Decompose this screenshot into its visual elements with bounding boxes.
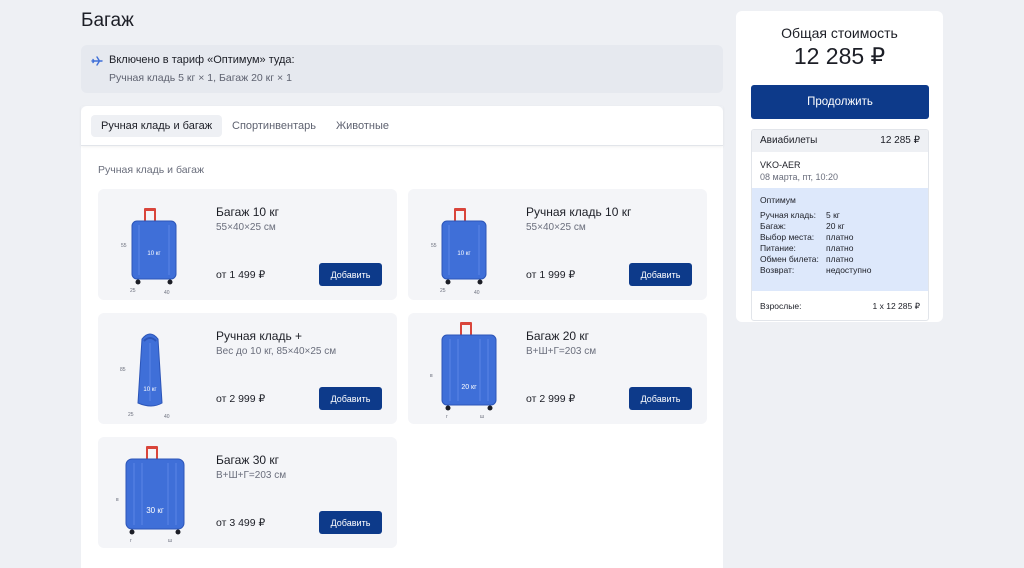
tab-bar: Ручная кладь и багаж Спортинвентарь Живо… xyxy=(81,106,723,146)
option-price: от 2 999 ₽ xyxy=(216,393,266,405)
weight-tag: 30 кг xyxy=(146,506,164,515)
tariff-row-value: платно xyxy=(826,243,854,253)
included-baggage-banner: Включено в тариф «Оптимум» туда: Ручная … xyxy=(81,45,723,93)
option-name: Багаж 10 кг xyxy=(216,205,280,219)
option-price: от 3 499 ₽ xyxy=(216,517,266,529)
baggage-option-card: 10 кг 55 25 40 Багаж 10 кг 55×40×25 см о… xyxy=(98,189,397,300)
tariff-row-value: 20 кг xyxy=(826,221,845,231)
passengers-label: Взрослые: xyxy=(760,301,802,311)
option-name: Багаж 30 кг xyxy=(216,453,280,467)
suitcase-10kg-icon: 10 кг 55 25 40 xyxy=(121,208,177,295)
baggage-option-card: 20 кг в г ш Багаж 20 кг В+Ш+Г=203 см от … xyxy=(408,313,707,424)
tariff-row-value: 5 кг xyxy=(826,210,840,220)
add-button[interactable]: Добавить xyxy=(319,511,382,534)
price-summary-panel: Общая стоимость 12 285 ₽ Продолжить Авиа… xyxy=(736,11,943,322)
continue-button[interactable]: Продолжить xyxy=(751,85,929,119)
page-title: Багаж xyxy=(81,10,134,31)
option-dimensions: 55×40×25 см xyxy=(216,222,276,233)
add-button[interactable]: Добавить xyxy=(629,387,692,410)
tariff-row: Ручная кладь: 5 кг xyxy=(760,210,840,220)
dim-label: 40 xyxy=(164,290,170,295)
baggage-panel: Ручная кладь и багаж Спортинвентарь Живо… xyxy=(81,106,723,568)
tariff-row-value: недоступно xyxy=(826,265,872,275)
tariff-row-value: платно xyxy=(826,254,854,264)
tariff-row-label: Питание: xyxy=(760,243,796,253)
tariff-row-value: платно xyxy=(826,232,854,242)
option-dimensions: В+Ш+Г=203 см xyxy=(526,346,597,357)
tickets-label: Авиабилеты xyxy=(760,135,818,146)
tab-sport-equipment[interactable]: Спортинвентарь xyxy=(222,115,326,137)
dim-label: 40 xyxy=(164,414,170,419)
dim-label: г xyxy=(130,538,132,543)
option-price: от 1 499 ₽ xyxy=(216,269,266,281)
tariff-row-label: Багаж: xyxy=(760,221,786,231)
option-name: Багаж 20 кг xyxy=(526,329,590,343)
passengers-value: 1 x 12 285 ₽ xyxy=(872,301,920,311)
dim-label: 85 xyxy=(120,367,126,373)
suitcase-30kg-icon: 30 кг в г ш xyxy=(116,446,185,543)
option-name: Ручная кладь + xyxy=(216,329,303,343)
tariff-row-label: Обмен билета: xyxy=(760,254,819,264)
option-price: от 1 999 ₽ xyxy=(526,269,576,281)
suitcase-20kg-icon: 20 кг в г ш xyxy=(430,322,497,419)
dim-label: 55 xyxy=(431,243,437,249)
included-details: Ручная кладь 5 кг × 1, Багаж 20 кг × 1 xyxy=(109,72,292,84)
dim-label: г xyxy=(446,414,448,419)
option-dimensions: В+Ш+Г=203 см xyxy=(216,470,287,481)
dim-label: 40 xyxy=(474,290,480,295)
dim-label: ш xyxy=(168,538,172,543)
weight-tag: 10 кг xyxy=(143,387,157,393)
option-dimensions: 55×40×25 см xyxy=(526,222,586,233)
weight-tag: 10 кг xyxy=(457,251,471,257)
tariff-row-label: Выбор места: xyxy=(760,232,815,242)
option-name: Ручная кладь 10 кг xyxy=(526,205,632,219)
tickets-value: 12 285 ₽ xyxy=(880,135,920,146)
tariff-row: Обмен билета: платно xyxy=(760,254,853,264)
dim-label: 25 xyxy=(130,288,136,294)
tariff-row-label: Ручная кладь: xyxy=(760,210,816,220)
total-value: 12 285 ₽ xyxy=(793,43,886,69)
dim-label: в xyxy=(116,497,119,503)
add-button[interactable]: Добавить xyxy=(319,387,382,410)
option-dimensions: Вес до 10 кг, 85×40×25 см xyxy=(216,346,337,357)
baggage-option-card: 10 кг 85 25 40 Ручная кладь + Вес до 10 … xyxy=(98,313,397,424)
weight-tag: 10 кг xyxy=(147,251,161,257)
dim-label: 25 xyxy=(128,412,134,418)
dim-label: 25 xyxy=(440,288,446,294)
suitcase-10kg-icon: 10 кг 55 25 40 xyxy=(431,208,487,295)
total-label: Общая стоимость xyxy=(781,25,898,41)
dim-label: 55 xyxy=(121,243,127,249)
tariff-row: Выбор места: платно xyxy=(760,232,853,242)
tariff-row: Питание: платно xyxy=(760,243,853,253)
flight-date: 08 марта, пт, 10:20 xyxy=(760,172,839,182)
tariff-row: Багаж: 20 кг xyxy=(760,221,845,231)
baggage-option-card: 30 кг в г ш Багаж 30 кг В+Ш+Г=203 см от … xyxy=(98,437,397,548)
option-price: от 2 999 ₽ xyxy=(526,393,576,405)
dim-label: ш xyxy=(480,414,484,419)
flight-route: VKO-AER xyxy=(760,160,801,170)
tariff-row: Возврат: недоступно xyxy=(760,265,871,275)
baggage-option-card: 10 кг 55 25 40 Ручная кладь 10 кг 55×40×… xyxy=(408,189,707,300)
tariff-row-label: Возврат: xyxy=(760,265,795,275)
section-label: Ручная кладь и багаж xyxy=(98,164,205,176)
tariff-details: Оптимум Ручная кладь: 5 кг Багаж: 20 кг Вы… xyxy=(752,188,928,291)
add-button[interactable]: Добавить xyxy=(629,263,692,286)
included-title: Включено в тариф «Оптимум» туда: xyxy=(109,54,295,66)
tab-hand-luggage[interactable]: Ручная кладь и багаж xyxy=(91,115,223,137)
add-button[interactable]: Добавить xyxy=(319,263,382,286)
weight-tag: 20 кг xyxy=(461,384,477,391)
bag-10kg-icon: 10 кг 85 25 40 xyxy=(120,333,170,419)
dim-label: в xyxy=(430,373,433,379)
tariff-name: Оптимум xyxy=(760,195,796,205)
tab-animals[interactable]: Животные xyxy=(326,115,399,137)
airplane-icon xyxy=(91,56,103,66)
tickets-header: Авиабилеты 12 285 ₽ xyxy=(752,130,928,152)
order-details: Авиабилеты 12 285 ₽ VKO-AER 08 марта, пт… xyxy=(751,129,929,321)
